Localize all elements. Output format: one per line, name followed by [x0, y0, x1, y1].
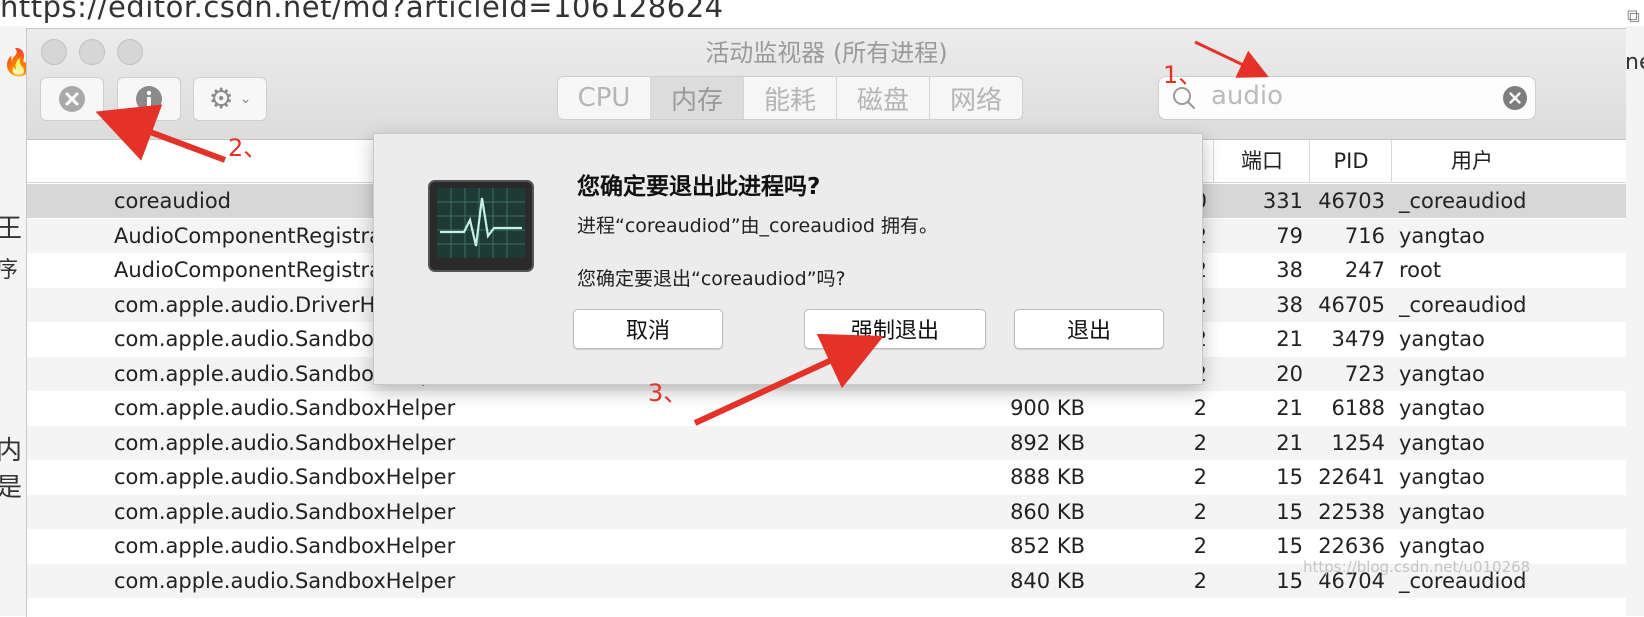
- arrow-step3: [693, 333, 884, 426]
- annotation-step-2: 2、: [228, 134, 268, 162]
- arrow-step2: [95, 104, 227, 163]
- annotation-step-1: 1、: [1163, 61, 1203, 89]
- watermark: https://blog.csdn.net/u010268: [1303, 558, 1531, 576]
- arrow-step1: [1194, 40, 1269, 78]
- annotation-arrows: [95, 40, 1269, 426]
- annotation-step-3: 3、: [648, 379, 688, 407]
